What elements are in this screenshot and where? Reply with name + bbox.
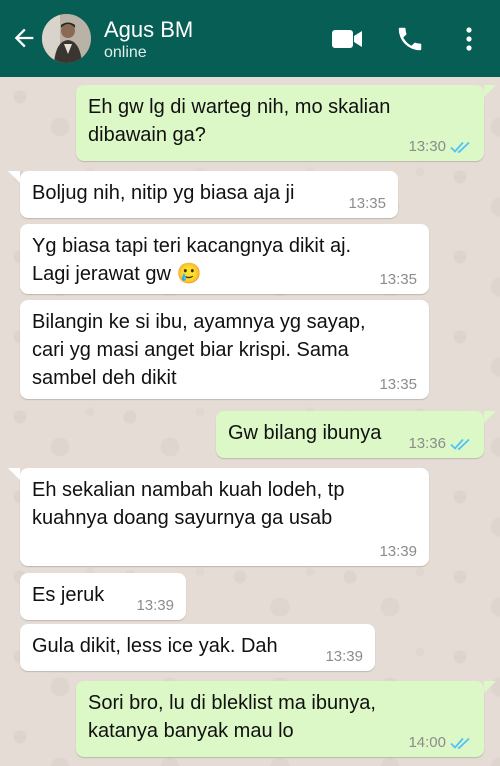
message-time: 13:35 bbox=[348, 195, 386, 212]
message-text: Gula dikit, less ice yak. Dah bbox=[32, 635, 278, 657]
read-ticks-icon bbox=[450, 737, 470, 750]
bubble-tail bbox=[484, 681, 496, 693]
back-arrow-icon[interactable] bbox=[10, 24, 38, 52]
message-text: Gw bilang ibunya bbox=[228, 422, 382, 444]
contact-status: online bbox=[104, 44, 147, 61]
message-bubble-incoming[interactable]: Gula dikit, less ice yak. Dah 13:39 bbox=[20, 624, 375, 671]
message-bubble-incoming[interactable]: Eh sekalian nambah kuah lodeh, tp kuahny… bbox=[20, 468, 429, 566]
chat-header: Agus BM online bbox=[0, 0, 500, 77]
message-bubble-incoming[interactable]: Boljug nih, nitip yg biasa aja ji 13:35 bbox=[20, 171, 398, 218]
more-vert-icon[interactable] bbox=[462, 24, 476, 54]
bubble-tail bbox=[484, 411, 496, 423]
message-time: 13:39 bbox=[325, 648, 363, 665]
message-bubble-outgoing[interactable]: Gw bilang ibunya 13:36 bbox=[216, 411, 484, 458]
message-text: Eh gw lg di warteg nih, mo skalian dibaw… bbox=[88, 96, 391, 146]
message-time: 13:30 bbox=[408, 138, 446, 155]
message-time: 14:00 bbox=[408, 734, 446, 751]
bubble-tail bbox=[484, 85, 496, 97]
message-time: 13:36 bbox=[408, 435, 446, 452]
contact-name[interactable]: Agus BM bbox=[104, 17, 193, 43]
message-text: Es jeruk bbox=[32, 584, 105, 606]
message-bubble-outgoing[interactable]: Eh gw lg di warteg nih, mo skalian dibaw… bbox=[76, 85, 484, 161]
avatar[interactable] bbox=[42, 14, 91, 63]
message-bubble-incoming[interactable]: Yg biasa tapi teri kacangnya dikit aj. L… bbox=[20, 224, 429, 294]
read-ticks-icon bbox=[450, 141, 470, 154]
read-ticks-icon bbox=[450, 438, 470, 451]
phone-icon[interactable] bbox=[394, 24, 426, 54]
message-text: Sori bro, lu di bleklist ma ibunya, kata… bbox=[88, 692, 376, 742]
bubble-tail bbox=[8, 468, 20, 480]
message-time: 13:39 bbox=[379, 543, 417, 560]
video-call-icon[interactable] bbox=[331, 24, 363, 54]
message-text: Bilangin ke si ibu, ayamnya yg sayap, ca… bbox=[32, 311, 366, 389]
message-time: 13:39 bbox=[136, 597, 174, 614]
message-bubble-incoming[interactable]: Bilangin ke si ibu, ayamnya yg sayap, ca… bbox=[20, 300, 429, 399]
message-time: 13:35 bbox=[379, 271, 417, 288]
message-text: Eh sekalian nambah kuah lodeh, tp kuahny… bbox=[32, 479, 345, 529]
message-text: Boljug nih, nitip yg biasa aja ji bbox=[32, 182, 295, 204]
message-time: 13:35 bbox=[379, 376, 417, 393]
message-text: Yg biasa tapi teri kacangnya dikit aj. L… bbox=[32, 235, 352, 285]
bubble-tail bbox=[8, 171, 20, 183]
message-bubble-outgoing[interactable]: Sori bro, lu di bleklist ma ibunya, kata… bbox=[76, 681, 484, 757]
message-bubble-incoming[interactable]: Es jeruk 13:39 bbox=[20, 573, 186, 620]
